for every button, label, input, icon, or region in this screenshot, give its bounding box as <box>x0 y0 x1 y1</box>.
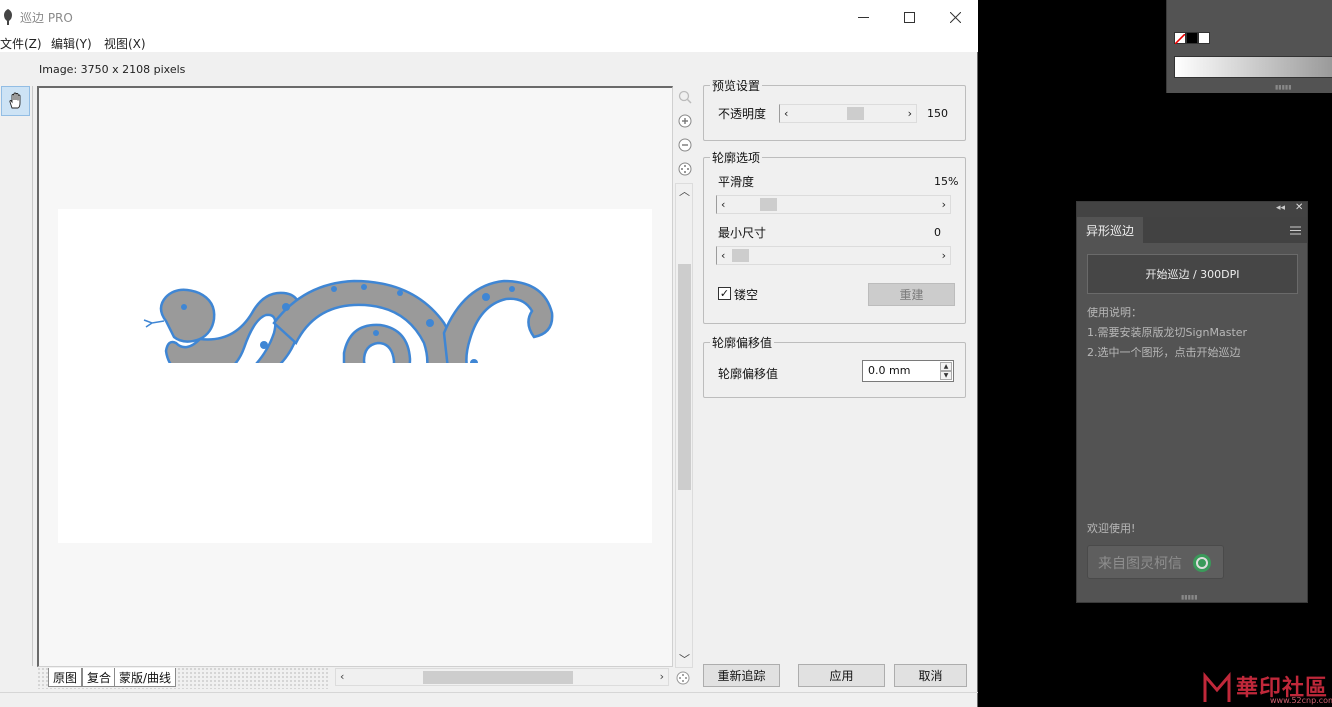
slider-right-icon[interactable]: › <box>908 107 912 120</box>
tool-strip-divider <box>32 86 33 666</box>
tab-composite[interactable]: 复合 <box>82 668 117 687</box>
image-size-info: Image: 3750 x 2108 pixels <box>39 63 186 76</box>
smoothness-slider-thumb[interactable] <box>760 198 777 211</box>
menu-edit[interactable]: 编辑(Y) <box>51 35 92 52</box>
wechat-logo-icon <box>1193 554 1211 572</box>
tab-original[interactable]: 原图 <box>48 668 83 687</box>
vertical-scrollbar[interactable]: ︿ ﹀ <box>675 183 693 668</box>
offset-value[interactable]: 0.0 mm <box>868 364 910 377</box>
zoom-out-icon <box>678 138 692 152</box>
menu-view[interactable]: 视图(X) <box>104 35 146 52</box>
app-logo-icon <box>4 9 12 25</box>
min-size-slider-thumb[interactable] <box>732 249 749 262</box>
site-watermark: 華印社區 www.52cnp.com <box>1200 668 1332 707</box>
zoom-out-button[interactable] <box>677 137 693 153</box>
slider-left-icon[interactable]: ‹ <box>721 249 725 262</box>
resize-grip-icon[interactable]: ▮▮▮▮▮ <box>1275 84 1292 91</box>
scroll-right-icon[interactable]: › <box>660 671 664 682</box>
panel-close-icon[interactable]: ✕ <box>1295 202 1303 213</box>
horizontal-scroll-thumb[interactable] <box>423 671 573 684</box>
resize-grip-icon[interactable]: ▮▮▮▮▮ <box>1181 594 1198 601</box>
opacity-slider-thumb[interactable] <box>847 107 864 120</box>
minimize-icon <box>857 16 869 18</box>
none-swatch[interactable] <box>1174 32 1186 45</box>
fit-view-button[interactable] <box>677 161 693 177</box>
slider-left-icon[interactable]: ‹ <box>784 107 788 120</box>
cancel-button[interactable]: 取消 <box>894 664 967 687</box>
offset-label: 轮廓偏移值 <box>718 367 779 381</box>
spin-down-icon[interactable]: ▼ <box>940 371 952 380</box>
swatch-panel: ▮▮▮▮▮ <box>1166 0 1332 93</box>
gradient-swatch[interactable] <box>1174 56 1332 78</box>
min-size-slider[interactable]: ‹ › <box>716 246 951 265</box>
slider-right-icon[interactable]: › <box>942 198 946 211</box>
welcome-text: 欢迎使用! <box>1087 522 1136 535</box>
offset-spinbox[interactable]: 0.0 mm ▲ ▼ <box>862 360 954 382</box>
spin-up-icon[interactable]: ▲ <box>940 362 952 371</box>
close-button[interactable] <box>932 4 978 30</box>
instruction-step-1: 1.需要安装原版龙切SignMaster <box>1087 326 1248 339</box>
menu-file[interactable]: 文件(Z) <box>0 35 42 52</box>
preview-settings-title: 预览设置 <box>710 77 763 94</box>
panel-menu-icon[interactable] <box>1290 226 1301 235</box>
slider-right-icon[interactable]: › <box>942 249 946 262</box>
navigator-icon[interactable] <box>675 670 691 686</box>
source-link-button[interactable]: 来自图灵柯信 <box>1087 545 1224 579</box>
black-swatch[interactable] <box>1186 32 1198 44</box>
status-bar-divider <box>0 692 978 693</box>
min-size-label: 最小尺寸 <box>718 226 767 240</box>
panel-tab-bar: 异形巡边 <box>1077 217 1307 243</box>
scroll-down-icon[interactable]: ﹀ <box>679 654 690 665</box>
white-swatch[interactable] <box>1198 32 1210 44</box>
zoom-in-icon <box>678 114 692 128</box>
watermark-logo-icon <box>1203 672 1231 702</box>
plugin-panel: ◂◂ ✕ 异形巡边 开始巡边 / 300DPI 使用说明： 1.需要安装原版龙切… <box>1076 201 1308 603</box>
smoothness-label: 平滑度 <box>718 175 755 189</box>
smoothness-value: 15% <box>934 175 959 188</box>
title-bar: 巡边 PRO <box>0 0 978 33</box>
scroll-left-icon[interactable]: ‹ <box>340 671 344 682</box>
fit-view-icon <box>678 162 692 176</box>
tab-mask-curve[interactable]: 蒙版/曲线 <box>114 668 177 687</box>
hand-tool-button[interactable] <box>1 86 30 116</box>
slider-left-icon[interactable]: ‹ <box>721 198 725 211</box>
instruction-step-2: 2.选中一个图形，点击开始巡边 <box>1087 346 1241 359</box>
hollow-checkbox[interactable]: ✓ <box>718 287 731 300</box>
offset-group-title: 轮廓偏移值 <box>710 334 775 351</box>
panel-header: ◂◂ ✕ <box>1077 202 1307 217</box>
main-window: 巡边 PRO 文件(Z) 编辑(Y) 视图(X) Image: 3750 x 2… <box>0 0 978 707</box>
tab-shape-trace[interactable]: 异形巡边 <box>1077 217 1143 243</box>
retrace-button[interactable]: 重新追踪 <box>703 664 780 687</box>
smoothness-slider[interactable]: ‹ › <box>716 195 951 214</box>
zoom-search-icon[interactable] <box>677 89 693 105</box>
magnifier-icon <box>678 90 692 104</box>
hollow-label: 镂空 <box>734 288 759 302</box>
horizontal-scrollbar[interactable]: ‹ › <box>335 668 669 686</box>
menu-bar: 文件(Z) 编辑(Y) 视图(X) <box>0 33 978 52</box>
opacity-label: 不透明度 <box>718 107 767 121</box>
window-title: 巡边 PRO <box>20 11 73 25</box>
scroll-up-icon[interactable]: ︿ <box>679 186 690 197</box>
rebuild-button[interactable]: 重建 <box>868 283 955 306</box>
maximize-icon <box>903 11 915 23</box>
start-trace-button[interactable]: 开始巡边 / 300DPI <box>1087 254 1298 294</box>
contour-options-title: 轮廓选项 <box>710 149 763 166</box>
preview-canvas[interactable] <box>37 86 673 667</box>
apply-button[interactable]: 应用 <box>798 664 885 687</box>
maximize-button[interactable] <box>886 4 932 30</box>
opacity-slider[interactable]: ‹ › <box>779 104 917 123</box>
collapse-icon[interactable]: ◂◂ <box>1276 203 1285 213</box>
snake-artwork <box>143 279 554 363</box>
no-fill-icon <box>1174 33 1186 45</box>
minimize-button[interactable] <box>840 4 886 30</box>
instructions-title: 使用说明： <box>1087 306 1142 319</box>
watermark-url: www.52cnp.com <box>1270 696 1332 705</box>
opacity-value: 150 <box>927 107 948 120</box>
zoom-in-button[interactable] <box>677 113 693 129</box>
hand-icon <box>8 92 20 109</box>
vertical-scroll-thumb[interactable] <box>678 264 691 490</box>
close-icon <box>949 11 961 23</box>
source-label: 来自图灵柯信 <box>1098 556 1182 572</box>
min-size-value: 0 <box>934 226 941 239</box>
